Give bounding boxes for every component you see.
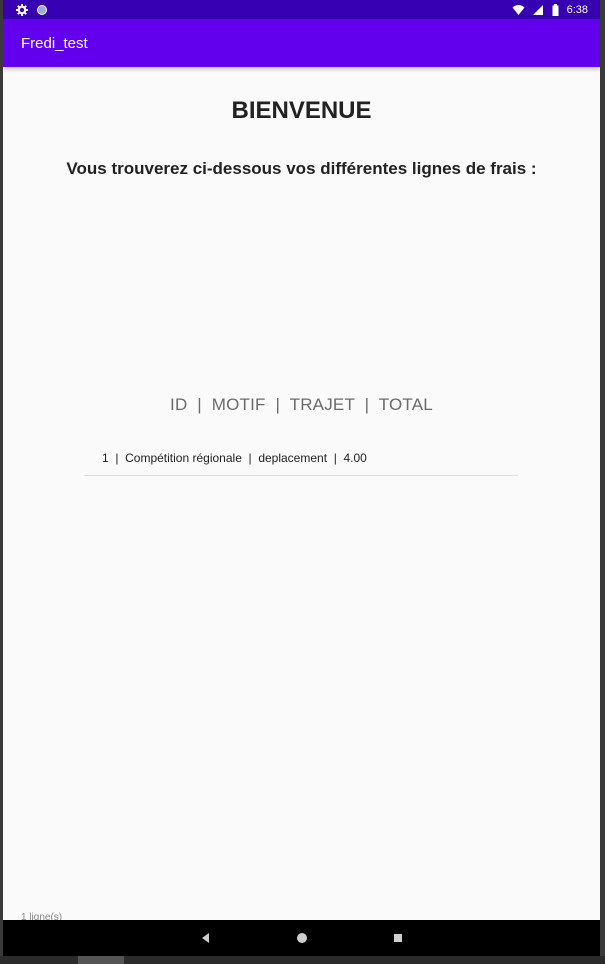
notification-dot-icon <box>36 4 48 16</box>
recents-icon[interactable] <box>390 930 406 946</box>
app-bar: Fredi_test <box>3 19 600 67</box>
home-icon[interactable] <box>294 930 310 946</box>
settings-icon <box>16 3 28 16</box>
status-bar: 6:38 <box>3 0 600 19</box>
status-right: 6:38 <box>512 3 588 16</box>
device-screen: 6:38 Fredi_test BIENVENUE Vous trouverez… <box>3 0 600 964</box>
app-title: Fredi_test <box>21 34 88 52</box>
wifi-icon <box>512 4 525 16</box>
navigation-bar <box>3 920 600 956</box>
list-item[interactable]: 1 | Compétition régionale | deplacement … <box>84 447 518 476</box>
taskbar-strip <box>0 956 605 964</box>
taskbar-tab <box>78 956 124 964</box>
expense-list[interactable]: 1 | Compétition régionale | deplacement … <box>84 447 518 476</box>
signal-icon <box>532 4 544 16</box>
status-time: 6:38 <box>566 3 588 16</box>
back-icon[interactable] <box>198 930 214 946</box>
main-content: BIENVENUE Vous trouverez ci-dessous vos … <box>3 67 600 923</box>
welcome-heading: BIENVENUE <box>231 97 372 124</box>
table-header: ID | MOTIF | TRAJET | TOTAL <box>170 395 433 414</box>
list-item-text: 1 | Compétition régionale | deplacement … <box>102 451 367 465</box>
battery-icon <box>552 3 559 16</box>
status-left <box>16 3 48 16</box>
subtitle-text: Vous trouverez ci-dessous vos différente… <box>66 159 537 178</box>
